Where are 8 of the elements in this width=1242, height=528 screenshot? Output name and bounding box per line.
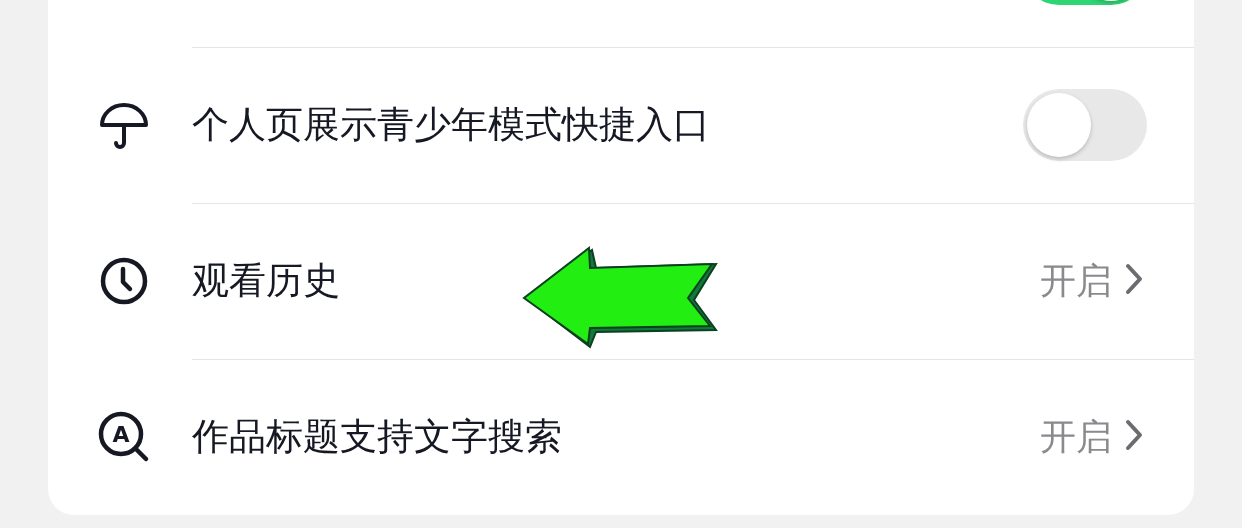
- chevron-right-icon[interactable]: [1124, 418, 1144, 452]
- setting-value: 开启: [1040, 258, 1112, 303]
- setting-label: 个人页展示青少年模式快捷入口: [192, 102, 711, 148]
- setting-label: 观看历史: [192, 258, 341, 304]
- chevron-right-icon[interactable]: [1124, 262, 1144, 296]
- clock-icon: [99, 256, 149, 306]
- setting-value: 开启: [1040, 414, 1112, 459]
- setting-label: 作品标题支持文字搜索: [192, 414, 563, 460]
